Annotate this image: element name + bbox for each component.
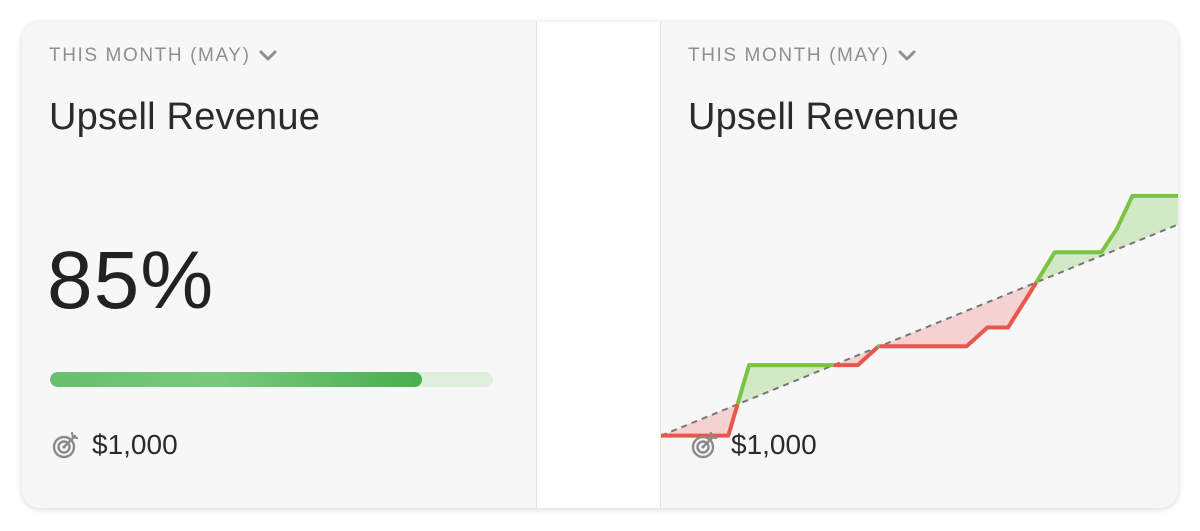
upsell-revenue-chart-card: THIS MONTH (MAY) Upsell Revenue $1,000 — [660, 22, 1178, 508]
progress-bar — [50, 372, 493, 387]
period-selector[interactable]: THIS MONTH (MAY) — [688, 45, 917, 67]
revenue-line-ahead-3 — [876, 344, 881, 349]
ahead-area-5 — [1036, 195, 1178, 283]
chevron-down-icon — [898, 50, 916, 61]
chevron-down-icon — [259, 50, 277, 61]
progress-bar-fill — [50, 372, 423, 387]
target-value: $1,000 — [731, 429, 817, 460]
card-title: Upsell Revenue — [49, 96, 321, 138]
target-row: $1,000 — [691, 429, 817, 461]
target-value: $1,000 — [92, 429, 178, 460]
dashboard-frame: THIS MONTH (MAY) Upsell Revenue 85% $1,0… — [22, 22, 1178, 508]
period-selector[interactable]: THIS MONTH (MAY) — [49, 45, 278, 67]
period-label: THIS MONTH (MAY) — [49, 45, 251, 66]
target-icon — [52, 431, 79, 459]
upsell-revenue-percent-card: THIS MONTH (MAY) Upsell Revenue 85% $1,0… — [22, 22, 537, 508]
period-label: THIS MONTH (MAY) — [688, 45, 890, 66]
target-row: $1,000 — [52, 429, 178, 461]
percent-value: 85% — [47, 235, 215, 326]
target-icon — [691, 431, 718, 459]
card-title: Upsell Revenue — [688, 96, 960, 138]
